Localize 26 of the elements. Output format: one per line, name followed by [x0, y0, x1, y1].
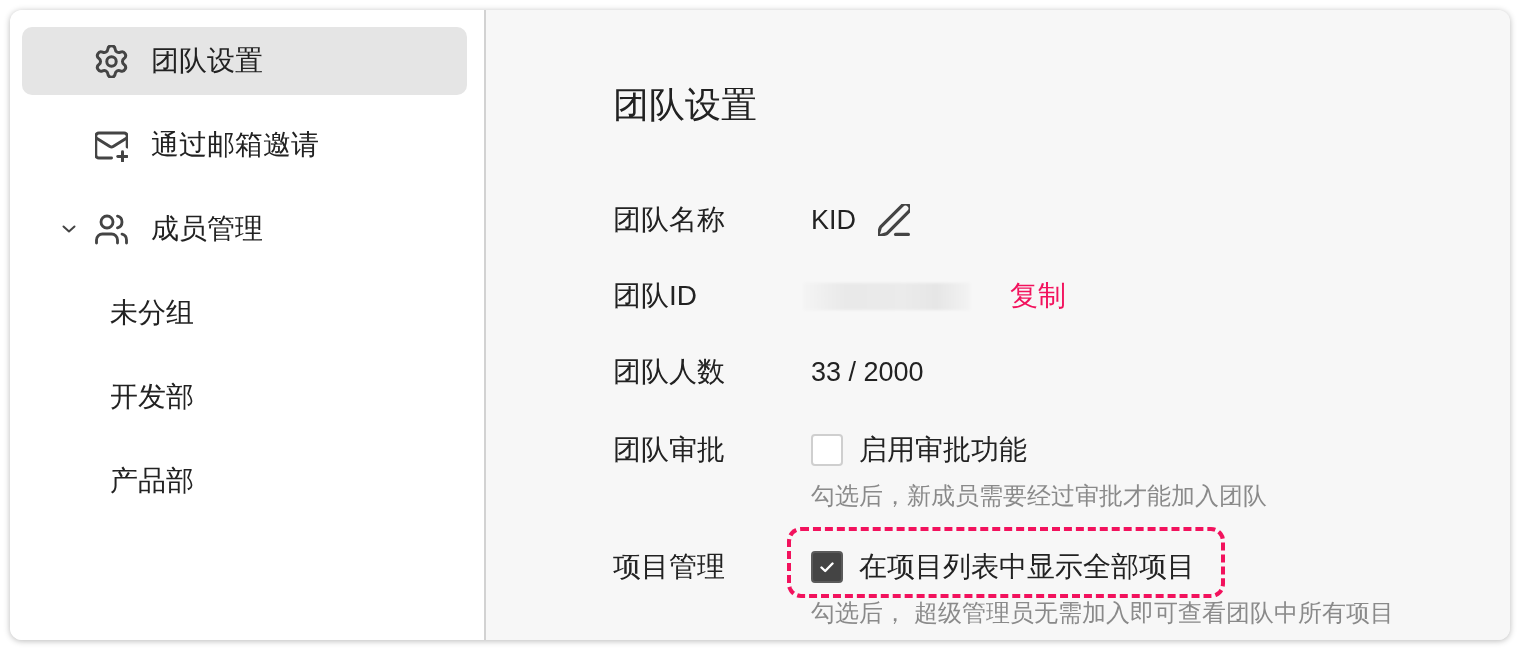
- hint-text: 勾选后，新成员需要经过审批才能加入团队: [811, 481, 1267, 511]
- checkbox[interactable]: [811, 551, 843, 583]
- checkbox-label[interactable]: 在项目列表中显示全部项目: [859, 551, 1195, 583]
- sidebar-item[interactable]: 团队设置: [22, 27, 467, 95]
- field-label: 项目管理: [613, 551, 725, 583]
- sidebar-item[interactable]: 通过邮箱邀请: [22, 111, 467, 179]
- sidebar-subitem[interactable]: 产品部: [22, 447, 467, 515]
- team-name-value: KID: [811, 204, 856, 236]
- hint-text: 勾选后， 超级管理员无需加入即可查看团队中所有项目: [811, 598, 1394, 628]
- checkbox-label[interactable]: 启用审批功能: [859, 434, 1027, 466]
- sidebar-subitem[interactable]: 未分组: [22, 279, 467, 347]
- checkmark-icon: [820, 561, 834, 573]
- settings-icon: [95, 44, 128, 78]
- copy-link[interactable]: 复制: [1010, 280, 1066, 312]
- people-icon: [95, 212, 128, 246]
- chevron-down-icon[interactable]: [62, 225, 76, 233]
- field-label: 团队ID: [613, 280, 697, 312]
- member-count-value: 33 / 2000: [811, 356, 924, 388]
- field-label: 团队名称: [613, 204, 725, 236]
- page-title: 团队设置: [613, 83, 757, 127]
- pencil-icon[interactable]: [878, 204, 910, 236]
- sidebar-item[interactable]: 成员管理: [22, 195, 467, 263]
- sidebar-subitem[interactable]: 开发部: [22, 363, 467, 431]
- field-label: 团队人数: [613, 356, 725, 388]
- field-label: 团队审批: [613, 434, 725, 466]
- mail-plus-icon: [95, 128, 128, 162]
